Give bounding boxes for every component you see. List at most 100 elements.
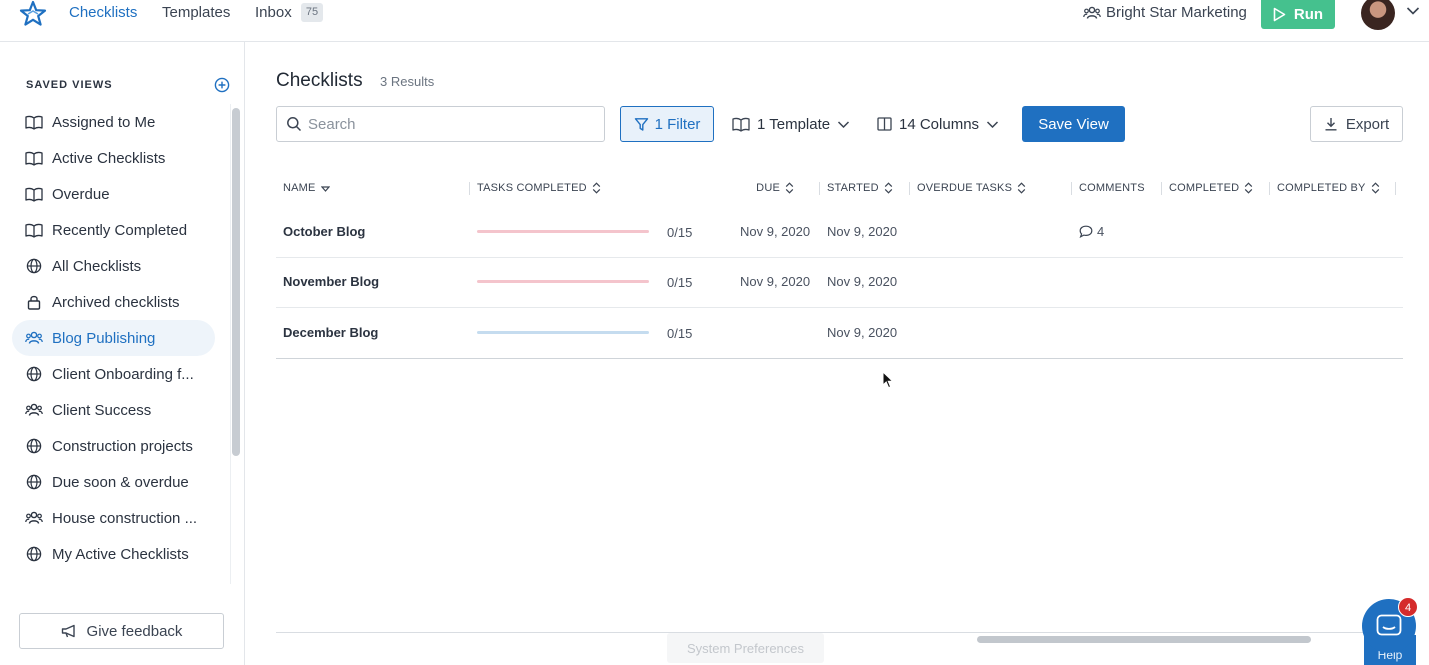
column-separator[interactable] bbox=[1269, 182, 1270, 195]
sidebar-item-label: Archived checklists bbox=[52, 293, 180, 311]
task-progress-bar bbox=[477, 230, 649, 233]
top-navigation-bar: Checklists Templates Inbox 75 Bright Sta… bbox=[0, 0, 1429, 42]
sidebar-item-blog-publishing[interactable]: Blog Publishing bbox=[12, 320, 215, 356]
sort-icon bbox=[884, 182, 892, 194]
globe-icon bbox=[25, 546, 43, 562]
filter-button[interactable]: 1 Filter bbox=[620, 106, 714, 142]
header-due[interactable]: DUE bbox=[740, 182, 794, 194]
sidebar-item-all-checklists[interactable]: All Checklists bbox=[12, 248, 215, 284]
user-avatar[interactable] bbox=[1361, 0, 1395, 30]
header-tasks-completed[interactable]: TASKS COMPLETED bbox=[477, 182, 601, 194]
globe-icon bbox=[25, 438, 43, 454]
add-view-icon[interactable] bbox=[214, 77, 230, 93]
template-label: 1 Template bbox=[757, 115, 831, 133]
result-count: 3 Results bbox=[380, 74, 435, 89]
mouse-cursor-icon bbox=[882, 371, 894, 389]
checklist-name-link[interactable]: November Blog bbox=[283, 274, 379, 289]
sidebar-item-my-active-checklists[interactable]: My Active Checklists bbox=[12, 536, 215, 572]
header-overdue-tasks[interactable]: OVERDUE TASKS bbox=[917, 182, 1026, 194]
column-separator[interactable] bbox=[1161, 182, 1162, 195]
system-preferences-tooltip: System Preferences bbox=[667, 633, 824, 663]
sidebar-item-assigned-to-me[interactable]: Assigned to Me bbox=[12, 104, 215, 140]
header-completed[interactable]: COMPLETED bbox=[1169, 182, 1253, 194]
header-started[interactable]: STARTED bbox=[827, 182, 893, 194]
sidebar-item-overdue[interactable]: Overdue bbox=[12, 176, 215, 212]
organization-switcher[interactable]: Bright Star Marketing bbox=[1083, 4, 1247, 21]
header-name[interactable]: NAME bbox=[283, 182, 330, 194]
help-notification-badge: 4 bbox=[1398, 597, 1418, 617]
started-date: Nov 9, 2020 bbox=[827, 224, 898, 239]
globe-icon bbox=[25, 258, 43, 274]
sort-desc-icon bbox=[320, 185, 330, 192]
organization-name: Bright Star Marketing bbox=[1106, 4, 1247, 21]
globe-icon bbox=[25, 474, 43, 490]
sidebar-item-archived-checklists[interactable]: Archived checklists bbox=[12, 284, 215, 320]
users-icon bbox=[25, 510, 43, 526]
sidebar-item-label: Overdue bbox=[52, 185, 110, 203]
template-dropdown[interactable]: 1 Template bbox=[732, 106, 850, 142]
column-separator[interactable] bbox=[909, 182, 910, 195]
nav-checklists[interactable]: Checklists bbox=[69, 4, 137, 21]
header-completed-label: COMPLETED bbox=[1169, 182, 1240, 194]
checklist-name-link[interactable]: December Blog bbox=[283, 325, 378, 340]
nav-templates[interactable]: Templates bbox=[162, 4, 230, 21]
chevron-down-icon[interactable] bbox=[1406, 6, 1420, 16]
sort-icon bbox=[1371, 182, 1379, 194]
checklist-name-link[interactable]: October Blog bbox=[283, 224, 365, 239]
star-logo-icon[interactable] bbox=[19, 0, 47, 28]
save-view-button[interactable]: Save View bbox=[1022, 106, 1125, 142]
search-input[interactable] bbox=[308, 115, 588, 133]
saved-views-heading: SAVED VIEWS bbox=[26, 79, 113, 91]
header-tasks-label: TASKS COMPLETED bbox=[477, 182, 587, 194]
sidebar-item-house-construction[interactable]: House construction ... bbox=[12, 500, 215, 536]
sidebar-item-active-checklists[interactable]: Active Checklists bbox=[12, 140, 215, 176]
column-separator[interactable] bbox=[1395, 182, 1396, 195]
columns-dropdown[interactable]: 14 Columns bbox=[877, 106, 999, 142]
sidebar-item-label: All Checklists bbox=[52, 257, 142, 275]
comment-icon bbox=[1079, 225, 1093, 238]
column-separator[interactable] bbox=[469, 182, 470, 195]
tasks-completed-count: 0/15 bbox=[667, 326, 693, 341]
play-icon bbox=[1273, 7, 1286, 22]
sidebar-item-label: House construction ... bbox=[52, 509, 198, 527]
sidebar-item-label: Client Success bbox=[52, 401, 152, 419]
sidebar-item-client-success[interactable]: Client Success bbox=[12, 392, 215, 428]
sidebar-item-due-soon-overdue[interactable]: Due soon & overdue bbox=[12, 464, 215, 500]
run-button[interactable]: Run bbox=[1261, 0, 1335, 29]
sidebar-item-construction-projects[interactable]: Construction projects bbox=[12, 428, 215, 464]
sidebar-item-label: Active Checklists bbox=[52, 149, 166, 167]
header-completed-by[interactable]: COMPLETED BY bbox=[1277, 182, 1380, 194]
export-label: Export bbox=[1345, 115, 1390, 133]
header-comments[interactable]: COMMENTS bbox=[1079, 182, 1145, 194]
tasks-completed-count: 0/15 bbox=[667, 225, 693, 240]
help-widget[interactable]: Help 4 bbox=[1362, 597, 1418, 665]
give-feedback-label: Give feedback bbox=[86, 622, 183, 640]
column-separator[interactable] bbox=[819, 182, 820, 195]
saved-views-list: Assigned to Me Active Checklists Overdue Re… bbox=[12, 104, 215, 572]
sidebar-item-client-onboarding-f[interactable]: Client Onboarding f... bbox=[12, 356, 215, 392]
sidebar-item-recently-completed[interactable]: Recently Completed bbox=[12, 212, 215, 248]
megaphone-icon bbox=[61, 624, 75, 638]
sidebar-scrollbar[interactable] bbox=[232, 108, 240, 456]
task-progress-bar bbox=[477, 280, 649, 283]
give-feedback-button[interactable]: Give feedback bbox=[19, 613, 224, 649]
table-horizontal-scrollbar[interactable] bbox=[977, 636, 1311, 643]
nav-inbox[interactable]: Inbox bbox=[255, 4, 292, 21]
comments-count[interactable]: 4 bbox=[1079, 224, 1104, 239]
search-box[interactable] bbox=[276, 106, 605, 142]
page-title: Checklists bbox=[276, 70, 363, 91]
export-button[interactable]: Export bbox=[1310, 106, 1403, 142]
sort-icon bbox=[592, 182, 600, 194]
sidebar-item-label: Recently Completed bbox=[52, 221, 188, 239]
book-icon bbox=[25, 223, 43, 238]
chevron-down-icon bbox=[987, 120, 999, 128]
header-overdue-label: OVERDUE TASKS bbox=[917, 182, 1013, 194]
row-divider bbox=[276, 358, 1403, 359]
book-icon bbox=[25, 115, 43, 130]
columns-label: 14 Columns bbox=[899, 115, 980, 133]
column-separator[interactable] bbox=[1071, 182, 1072, 195]
sort-icon bbox=[1017, 182, 1026, 194]
sidebar-item-label: Assigned to Me bbox=[52, 113, 156, 131]
sidebar-item-label: Client Onboarding f... bbox=[52, 365, 194, 383]
book-icon bbox=[732, 117, 750, 132]
